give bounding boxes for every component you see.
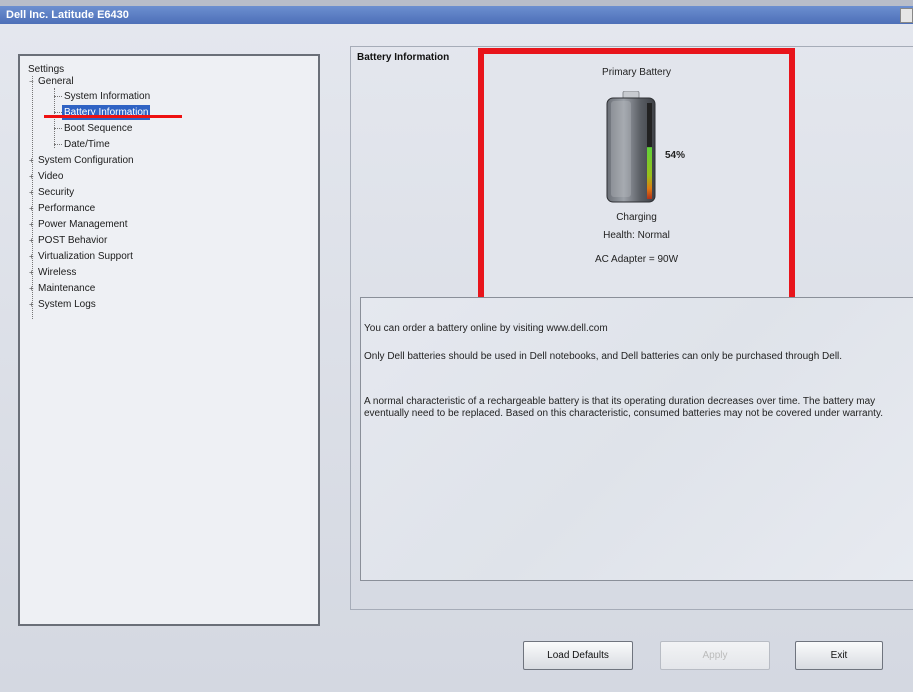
tree-item-label: Maintenance xyxy=(38,283,96,294)
tree-item-label: Video xyxy=(38,171,64,182)
battery-charging-status: Charging xyxy=(616,212,657,223)
tree-item-boot-sequence[interactable]: Boot Sequence xyxy=(64,121,132,136)
expand-icon[interactable]: + xyxy=(29,285,34,293)
battery-status-highlight: Primary Battery 54% Charging Health: Nor… xyxy=(478,48,795,320)
group-title: Battery Information xyxy=(357,52,450,63)
tree-item-post-behavior[interactable]: + POST Behavior xyxy=(29,233,108,248)
tree-item-label: Date/Time xyxy=(64,139,110,150)
window-control-button[interactable] xyxy=(900,8,913,23)
tree-item-security[interactable]: + Security xyxy=(29,185,75,200)
tree-item-system-logs[interactable]: + System Logs xyxy=(29,297,96,312)
tree-guide-line xyxy=(54,88,55,148)
tree-item-label: System Information xyxy=(64,91,151,102)
tree-item-performance[interactable]: + Performance xyxy=(29,201,96,216)
tree-connector xyxy=(54,112,62,113)
battery-icon xyxy=(606,91,656,203)
tree-item-power-management[interactable]: + Power Management xyxy=(29,217,128,232)
tree-item-system-configuration[interactable]: + System Configuration xyxy=(29,153,134,168)
tree-item-label: Virtualization Support xyxy=(38,251,133,262)
expand-icon[interactable]: + xyxy=(29,173,34,181)
battery-description-panel: You can order a battery online by visiti… xyxy=(360,297,913,581)
tree-connector xyxy=(54,128,62,129)
description-line-1: You can order a battery online by visiti… xyxy=(364,323,608,334)
expand-icon[interactable]: + xyxy=(29,157,34,165)
exit-button[interactable]: Exit xyxy=(795,641,883,670)
tree-connector xyxy=(54,96,62,97)
window-title: Dell Inc. Latitude E6430 xyxy=(6,9,129,21)
battery-health: Health: Normal xyxy=(603,230,670,241)
tree-item-wireless[interactable]: + Wireless xyxy=(29,265,77,280)
tree-connector xyxy=(54,144,62,145)
battery-charge-level xyxy=(647,147,652,199)
expand-icon[interactable]: + xyxy=(29,205,34,213)
battery-name: Primary Battery xyxy=(602,67,671,78)
tree-item-label: Wireless xyxy=(38,267,77,278)
tree-item-label: System Configuration xyxy=(38,155,134,166)
tree-item-video[interactable]: + Video xyxy=(29,169,64,184)
description-line-2: Only Dell batteries should be used in De… xyxy=(364,351,843,362)
load-defaults-button[interactable]: Load Defaults xyxy=(523,641,633,670)
tree-item-label: System Logs xyxy=(38,299,96,310)
tree-guide-line xyxy=(32,76,33,319)
expand-icon[interactable]: + xyxy=(29,253,34,261)
expand-icon[interactable]: + xyxy=(29,189,34,197)
tree-item-label: Security xyxy=(38,187,75,198)
red-underline-annotation xyxy=(44,115,182,118)
ac-adapter-info: AC Adapter = 90W xyxy=(594,254,679,265)
settings-tree-panel: Settings − General System Information Ba… xyxy=(18,54,320,626)
tree-item-virtualization-support[interactable]: + Virtualization Support xyxy=(29,249,133,264)
apply-button[interactable]: Apply xyxy=(660,641,770,670)
description-line-3: A normal characteristic of a rechargeabl… xyxy=(364,396,883,419)
battery-percent: 54% xyxy=(665,150,686,161)
tree-item-maintenance[interactable]: + Maintenance xyxy=(29,281,96,296)
expand-icon[interactable]: + xyxy=(29,269,34,277)
expand-icon[interactable]: + xyxy=(29,237,34,245)
expand-icon[interactable]: + xyxy=(29,301,34,309)
tree-item-label: General xyxy=(38,76,74,87)
tree-item-label: Performance xyxy=(38,203,96,214)
expand-icon[interactable]: + xyxy=(29,221,34,229)
title-bar: Dell Inc. Latitude E6430 xyxy=(0,6,913,24)
tree-item-system-information[interactable]: System Information xyxy=(64,89,150,104)
tree-item-label: Power Management xyxy=(38,219,128,230)
tree-item-label: POST Behavior xyxy=(38,235,108,246)
tree-item-label: Boot Sequence xyxy=(64,123,133,134)
collapse-icon[interactable]: − xyxy=(29,78,34,86)
tree-item-general[interactable]: − General xyxy=(29,74,74,89)
tree-item-date-time[interactable]: Date/Time xyxy=(64,137,110,152)
